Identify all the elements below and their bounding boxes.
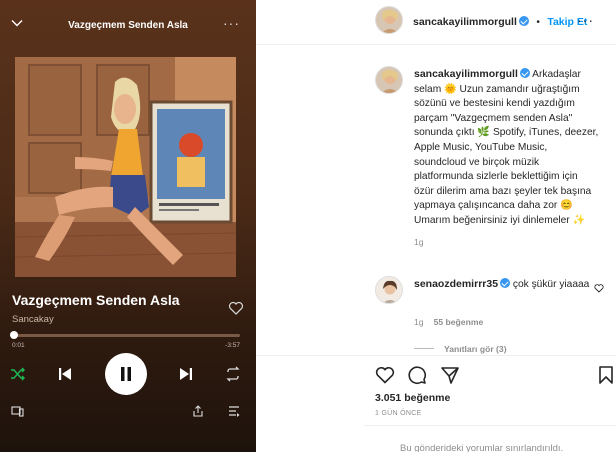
likes-count[interactable]: 3.051 beğenme: [375, 392, 450, 404]
repeat-icon[interactable]: [225, 366, 241, 382]
action-bar: [256, 355, 616, 389]
next-icon[interactable]: [178, 366, 194, 382]
post-username[interactable]: sancakayilimmorgull: [413, 16, 517, 28]
comment-icon[interactable]: [407, 365, 427, 385]
caption: sancakayilimmorgull Arkadaşlar selam 🌞 U…: [414, 67, 600, 249]
screen: Vazgeçmem Senden Asla ··· Vazgeçmem Send…: [0, 0, 616, 452]
progress-bar[interactable]: [12, 334, 240, 337]
pause-button[interactable]: [105, 353, 147, 395]
like-icon[interactable]: [375, 365, 395, 385]
verified-badge-icon: [518, 16, 529, 26]
post-panel: sancakayilimmorgull • Takip Et ··· sanca…: [256, 0, 616, 452]
song-title: Vazgeçmem Senden Asla: [12, 292, 180, 308]
comment-text: çok şükür yiaaaa: [512, 279, 590, 290]
comment-time[interactable]: 1g: [414, 317, 424, 327]
player-header-title: Vazgeçmem Senden Asla: [68, 20, 188, 31]
pause-icon: [121, 367, 131, 381]
player-header: Vazgeçmem Senden Asla ···: [0, 0, 256, 50]
share-icon[interactable]: [440, 365, 460, 385]
artist-name[interactable]: Sancakay: [12, 314, 54, 325]
queue-icon[interactable]: [228, 405, 240, 417]
commenter-avatar[interactable]: [375, 276, 403, 304]
caption-time[interactable]: 1g: [414, 235, 600, 250]
album-cover: [15, 57, 236, 277]
comment-likes[interactable]: 55 beğenme: [434, 317, 484, 327]
progress-knob[interactable]: [9, 331, 18, 339]
comment-heart-icon[interactable]: [594, 283, 604, 293]
time-elapsed: 0:01: [12, 342, 25, 349]
heart-icon[interactable]: [228, 300, 244, 316]
avatar[interactable]: [375, 6, 403, 34]
comment-username[interactable]: senaozdemirrr35: [414, 278, 498, 290]
comment: senaozdemirrr35 çok şükür yiaaaa: [414, 277, 594, 293]
verified-badge-icon: [519, 68, 530, 78]
caption-avatar[interactable]: [375, 66, 403, 94]
comments-closed-notice: Bu gönderideki yorumlar sınırlandırıldı.: [364, 425, 616, 452]
more-options-icon[interactable]: ···: [577, 12, 594, 28]
caption-text: Arkadaşlar selam 🌞 Uzun zamandır uğraştı…: [414, 69, 599, 226]
separator: •: [536, 17, 540, 28]
post-header: sancakayilimmorgull • Takip Et ···: [256, 0, 616, 45]
more-icon[interactable]: ···: [223, 16, 240, 30]
verified-badge-icon: [500, 278, 511, 288]
bookmark-icon[interactable]: [598, 365, 614, 385]
caption-username[interactable]: sancakayilimmorgull: [414, 68, 518, 80]
devices-icon[interactable]: [11, 406, 24, 417]
share-icon[interactable]: [192, 405, 204, 417]
view-replies-button[interactable]: Yanıtları gör (3): [414, 344, 507, 354]
time-remaining: -3:57: [225, 342, 240, 349]
music-player: Vazgeçmem Senden Asla ··· Vazgeçmem Send…: [0, 0, 256, 452]
previous-icon[interactable]: [57, 366, 73, 382]
shuffle-icon[interactable]: [10, 366, 26, 382]
post-date: 1 GÜN ÖNCE: [375, 410, 422, 417]
comment-meta: 1g 55 beğenme: [414, 317, 483, 327]
